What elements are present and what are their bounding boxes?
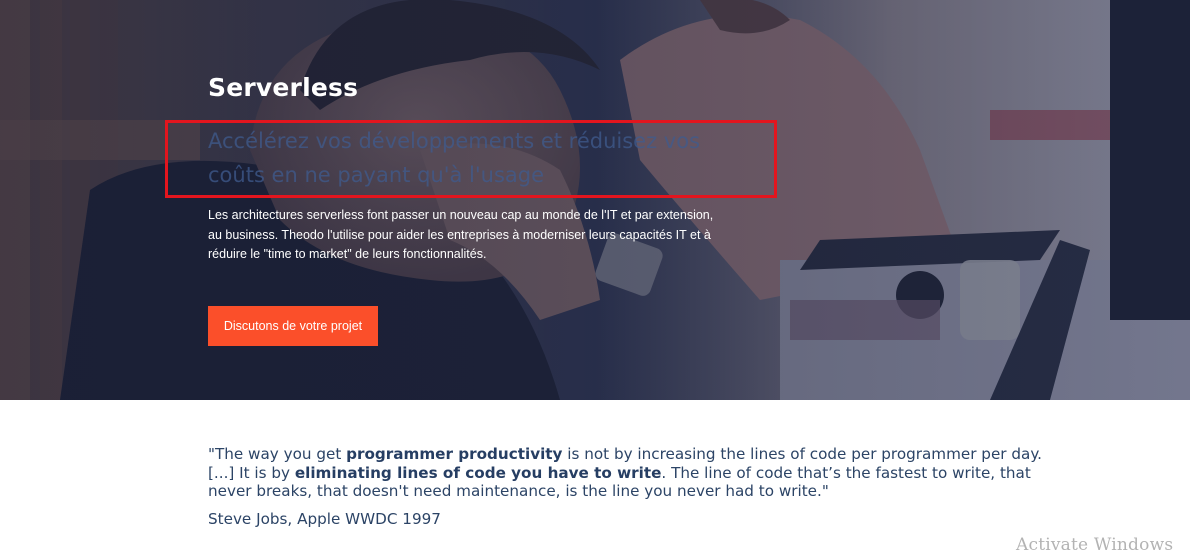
- hero-banner: Serverless Accélérez vos développements …: [0, 0, 1190, 400]
- hero-title: Serverless: [208, 73, 359, 102]
- hero-subtitle: Accélérez vos développements et réduisez…: [208, 129, 701, 187]
- hero-description: Les architectures serverless font passer…: [208, 208, 714, 261]
- quote-text: "The way you get programmer productivity…: [208, 445, 1048, 501]
- hero-dark-overlay: [0, 0, 1190, 400]
- quote-section: "The way you get programmer productivity…: [0, 400, 1190, 560]
- quote-part-open: "The way you get: [208, 445, 347, 463]
- discuss-project-button[interactable]: Discutons de votre projet: [208, 306, 378, 346]
- quote-bold-productivity: programmer productivity: [346, 445, 563, 463]
- quote-bold-eliminating: eliminating lines of code you have to wr…: [294, 463, 662, 482]
- hero-content: Serverless Accélérez vos développements …: [208, 72, 768, 261]
- activate-windows-watermark: Activate Windows: [1016, 535, 1174, 555]
- quote-author: Steve Jobs, Apple WWDC 1997: [208, 510, 441, 528]
